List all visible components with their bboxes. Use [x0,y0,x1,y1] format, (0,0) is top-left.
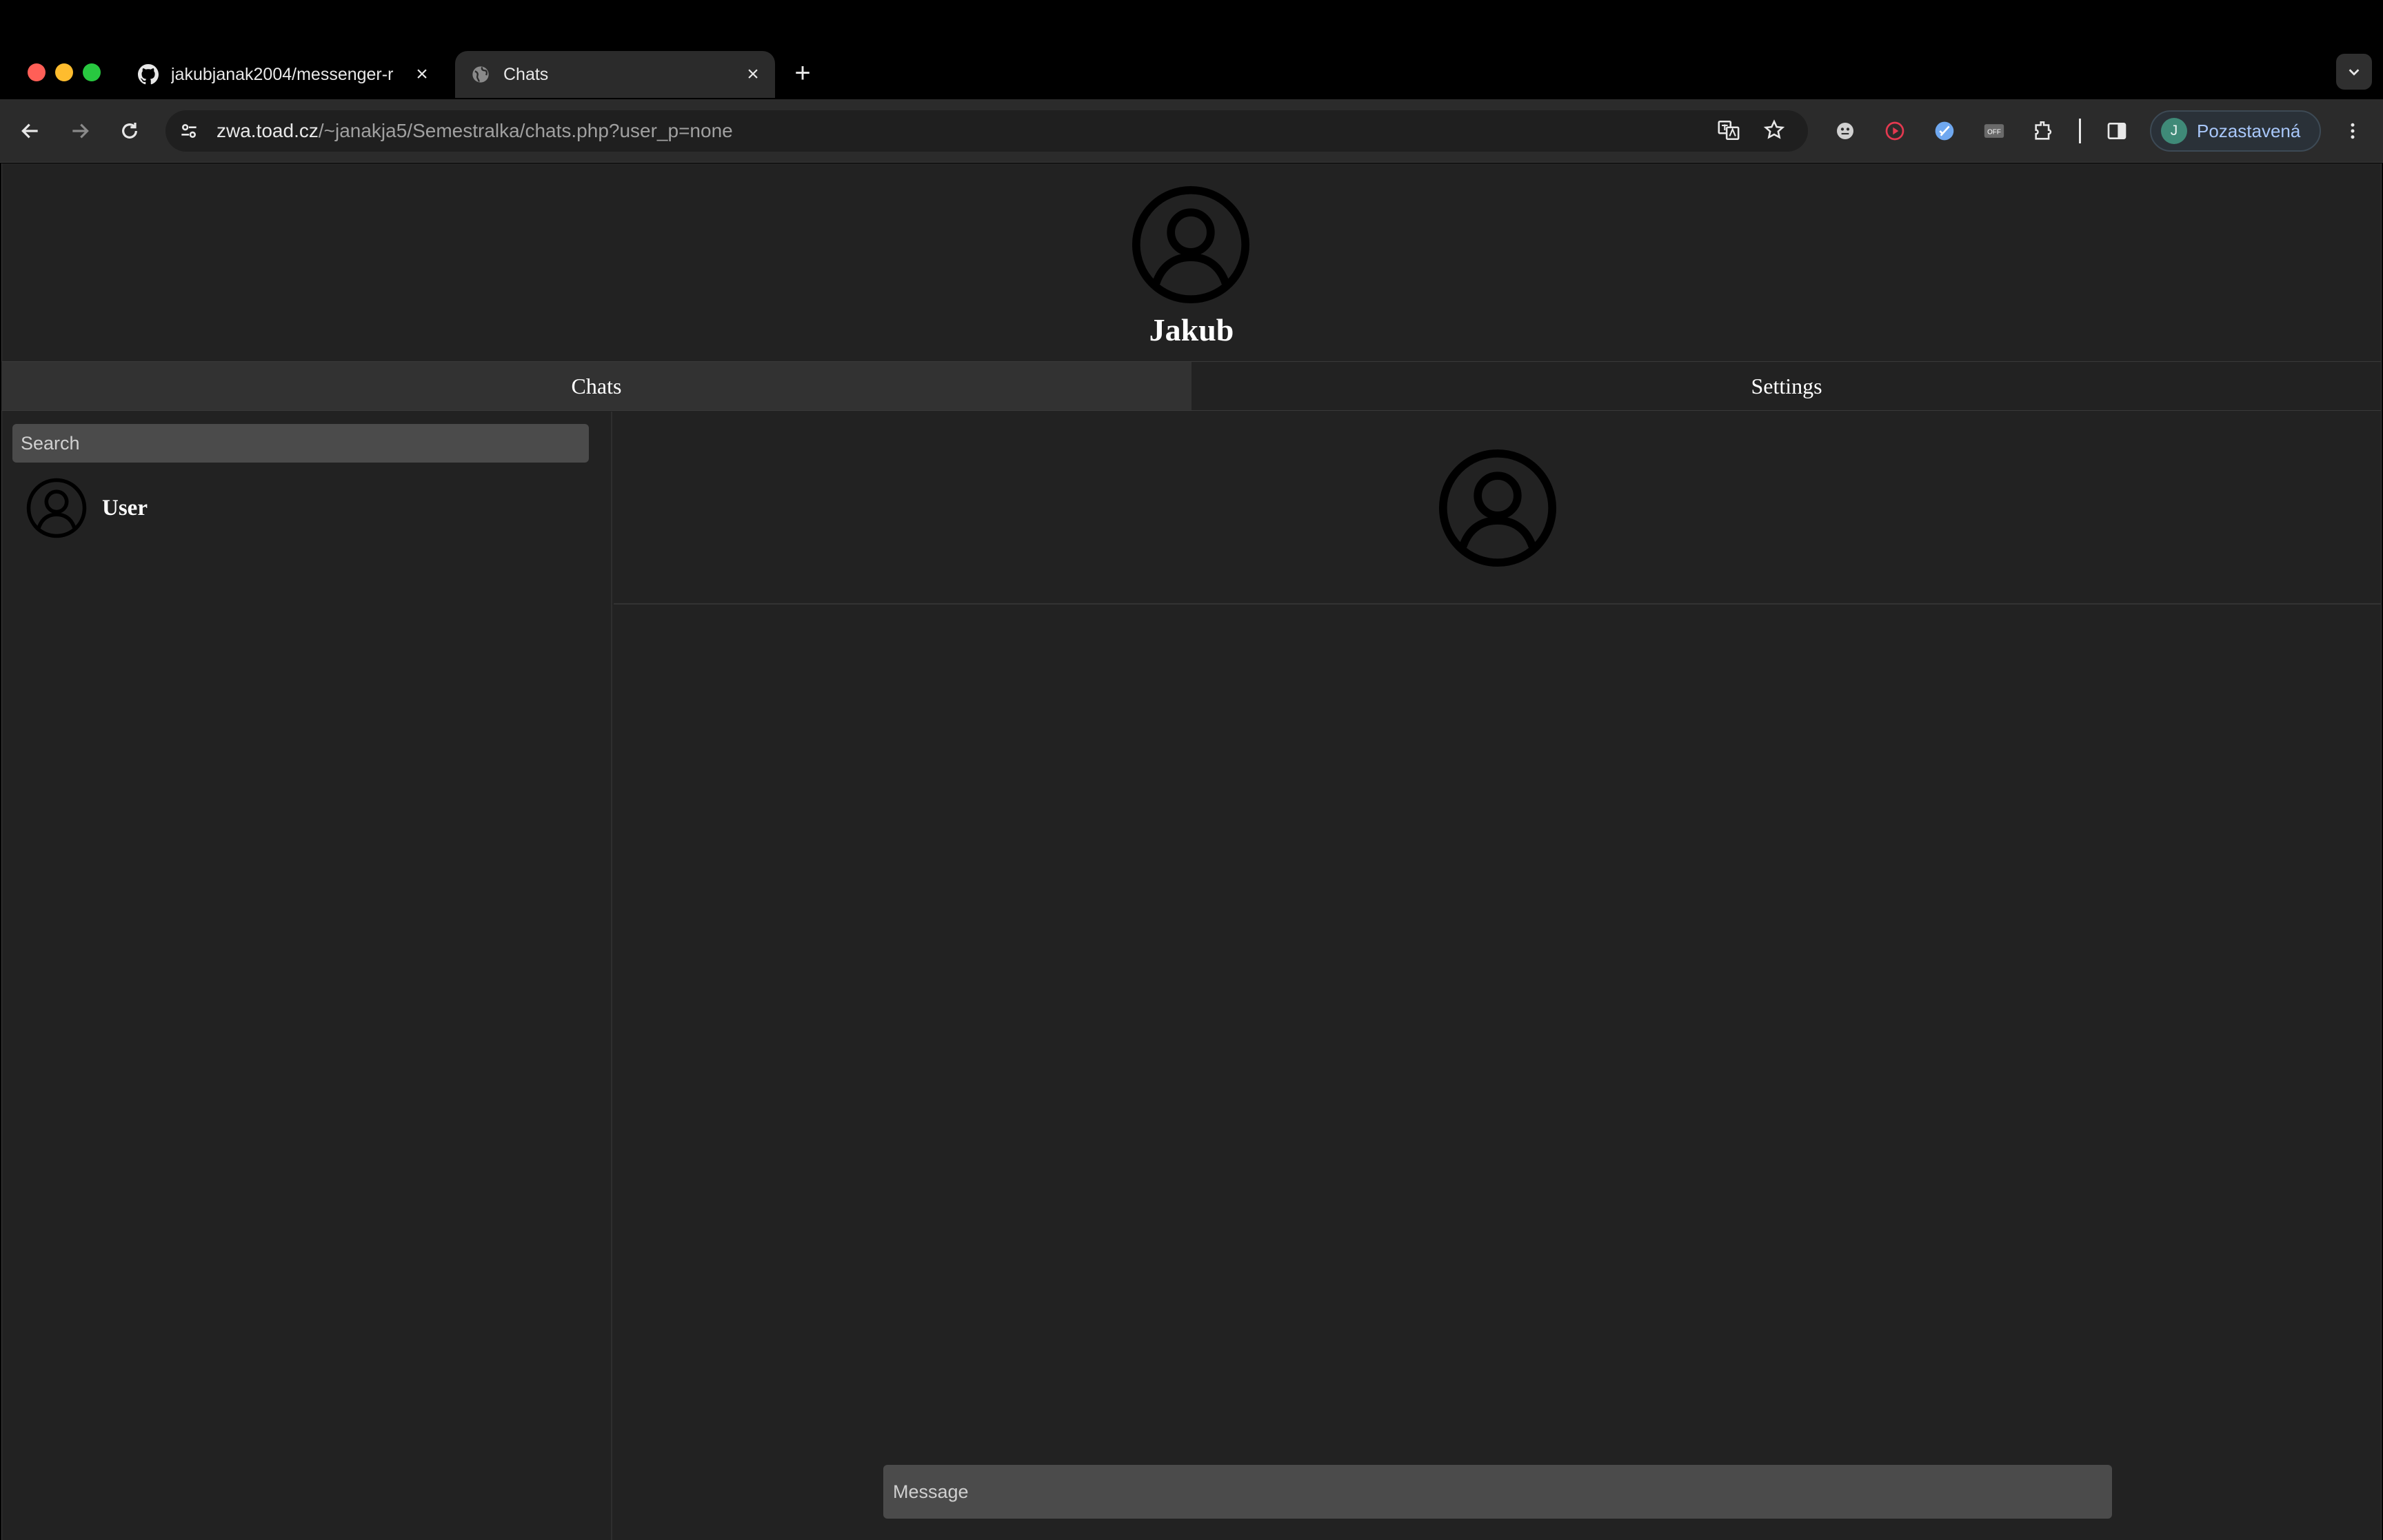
url-path: /~janakja5/Semestralka/chats.php?user_p=… [318,120,733,141]
contact-name: User [102,495,148,520]
tab-title: jakubjanak2004/messenger-r [171,64,394,84]
main-tabs: Chats Settings [1,361,2382,411]
extension-3-icon[interactable] [1929,116,1960,146]
chat-partner-avatar-icon [1438,449,1557,567]
forward-button[interactable] [63,114,97,148]
tab-search-button[interactable] [2336,54,2372,90]
browser-tab-github[interactable]: jakubjanak2004/messenger-r × [123,51,444,98]
profile-avatar: J [2161,118,2187,144]
tab-settings[interactable]: Settings [1192,362,2382,410]
window-close-button[interactable] [28,63,46,81]
kebab-menu-icon[interactable] [2337,116,2368,146]
chevron-down-icon [2349,69,2360,76]
address-bar[interactable]: zwa.toad.cz/~janakja5/Semestralka/chats.… [165,110,1808,152]
svg-text:OFF: OFF [1987,128,2001,136]
reload-button[interactable] [113,114,146,148]
search-input[interactable] [12,424,589,463]
globe-icon [470,64,491,85]
user-name: Jakub [1149,312,1234,347]
toolbar-divider [2079,119,2081,143]
arrow-left-icon [21,123,38,139]
tab-title: Chats [503,64,549,84]
close-tab-icon[interactable]: × [408,61,436,88]
close-tab-icon[interactable]: × [739,61,767,88]
reload-icon [122,123,137,139]
back-button[interactable] [14,114,47,148]
site-settings-icon[interactable] [178,120,201,143]
contact-list-item[interactable]: User [25,476,148,540]
tab-chats[interactable]: Chats [1,362,1192,410]
bookmark-star-icon[interactable] [1762,119,1787,143]
profile-button[interactable]: J Pozastavená [2150,110,2321,152]
chats-sidebar: User [1,412,612,1540]
extensions-puzzle-icon[interactable] [2029,116,2059,146]
translate-icon[interactable] [1717,119,1742,143]
github-icon [138,64,159,85]
arrow-right-icon [72,123,89,139]
side-panel-icon[interactable] [2102,116,2132,146]
new-tab-icon[interactable]: + [786,57,819,90]
extension-1-icon[interactable] [1830,116,1860,146]
window-zoom-button[interactable] [83,63,101,81]
extension-off-icon[interactable]: OFF [1979,116,2009,146]
contact-avatar-icon [26,478,87,538]
url-text: zwa.toad.cz/~janakja5/Semestralka/chats.… [217,110,733,152]
profile-label: Pozastavená [2197,120,2301,141]
chat-header [614,412,2382,605]
window-minimize-button[interactable] [55,63,73,81]
message-input[interactable] [883,1465,2112,1519]
user-avatar-icon[interactable] [1129,183,1253,307]
browser-tab-chats[interactable]: Chats × [455,51,775,98]
url-host: zwa.toad.cz [217,120,319,141]
extension-2-icon[interactable] [1880,116,1910,146]
